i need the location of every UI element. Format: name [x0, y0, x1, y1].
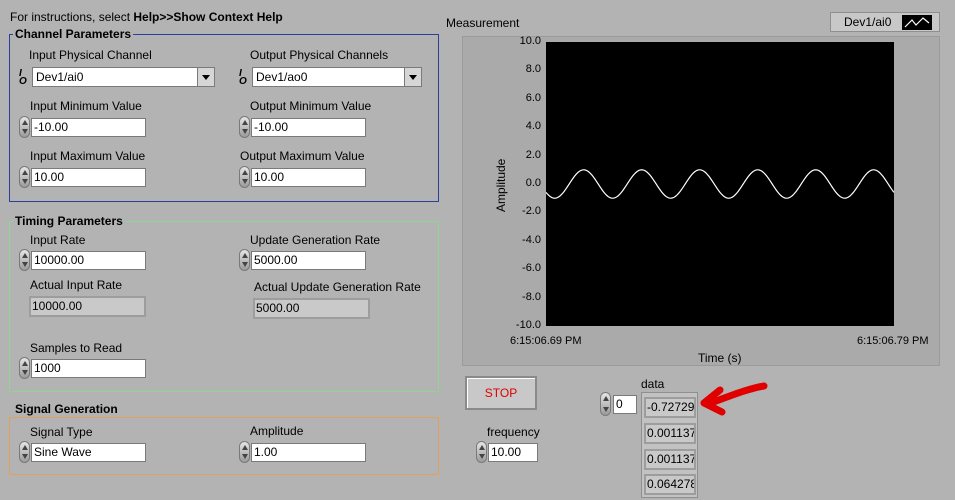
timing-parameters-title: Timing Parameters: [13, 214, 125, 228]
legend-line-swatch-icon: [902, 15, 932, 30]
update-rate-label: Update Generation Rate: [250, 233, 381, 247]
frequency-stepper[interactable]: [476, 441, 487, 463]
actual-input-rate-indicator: 10000.00: [29, 296, 146, 317]
actual-input-rate-label: Actual Input Rate: [30, 278, 123, 292]
array-index-stepper[interactable]: [600, 392, 611, 416]
y-tick-label: -4.0: [522, 233, 541, 246]
output-min-field[interactable]: -10.00: [251, 118, 366, 137]
input-min-stepper[interactable]: [19, 116, 30, 138]
signal-type-field[interactable]: Sine Wave: [31, 443, 146, 462]
annotation-arrow-icon: [700, 382, 768, 416]
y-axis-label: Amplitude: [494, 158, 508, 212]
frequency-label: frequency: [487, 425, 540, 439]
y-tick-label: 10.0: [519, 35, 541, 47]
data-element: 0.064278: [644, 474, 696, 495]
update-rate-field[interactable]: 5000.00: [251, 251, 366, 270]
input-rate-field[interactable]: 10000.00: [31, 251, 146, 270]
hint-menu-path: Help>>Show Context Help: [133, 10, 283, 24]
legend-label: Dev1/ai0: [844, 15, 892, 29]
input-channel-label: Input Physical Channel: [29, 48, 152, 62]
signal-type-stepper[interactable]: [19, 441, 30, 463]
output-max-field[interactable]: 10.00: [251, 168, 366, 187]
chevron-down-icon[interactable]: [404, 68, 421, 86]
samples-to-read-field[interactable]: 1000: [31, 359, 146, 378]
io-channel-icon: IO: [19, 68, 27, 87]
data-element: 0.001137: [644, 449, 696, 470]
output-min-stepper[interactable]: [239, 116, 250, 138]
actual-update-rate-indicator: 5000.00: [253, 298, 370, 319]
input-channel-select[interactable]: IO Dev1/ai0: [19, 67, 215, 87]
io-channel-icon: IO: [239, 68, 247, 87]
output-min-label: Output Minimum Value: [250, 99, 372, 113]
x-tick-start: 6:15:06.69 PM: [510, 335, 582, 347]
amplitude-stepper[interactable]: [239, 441, 250, 463]
stop-button[interactable]: STOP: [465, 376, 537, 410]
input-min-label: Input Minimum Value: [30, 99, 142, 113]
x-tick-end: 6:15:06.79 PM: [857, 335, 929, 347]
output-max-label: Output Maximum Value: [240, 149, 365, 163]
samples-to-read-label: Samples to Read: [30, 341, 123, 355]
y-tick-label: 8.0: [525, 63, 541, 76]
hint-text: For instructions, select: [10, 10, 134, 24]
input-max-field[interactable]: 10.00: [31, 168, 146, 187]
output-channel-select[interactable]: IO Dev1/ao0: [239, 67, 422, 87]
plot-legend[interactable]: Dev1/ai0: [830, 12, 940, 32]
y-tick-label: 4.0: [525, 120, 541, 133]
y-tick-label: 6.0: [525, 91, 541, 104]
input-rate-stepper[interactable]: [19, 249, 30, 271]
input-rate-label: Input Rate: [30, 233, 86, 247]
amplitude-label: Amplitude: [250, 424, 304, 438]
output-channel-value: Dev1/ao0: [256, 70, 308, 84]
y-tick-label: -10.0: [515, 319, 541, 331]
y-tick-label: 2.0: [525, 148, 541, 161]
series-line-dev1-ai0: [545, 169, 895, 199]
input-max-stepper[interactable]: [19, 166, 30, 188]
data-element: 0.001137: [644, 423, 696, 444]
output-max-stepper[interactable]: [239, 166, 250, 188]
signal-generation-title: Signal Generation: [13, 402, 120, 416]
actual-update-rate-label: Actual Update Generation Rate: [254, 280, 421, 294]
y-tick-label: -6.0: [522, 262, 541, 275]
samples-to-read-stepper[interactable]: [19, 357, 30, 379]
y-tick-label: -2.0: [522, 205, 541, 218]
array-index-field[interactable]: 0: [613, 395, 637, 414]
plot-svg: [545, 169, 895, 199]
y-tick-label: 0.0: [525, 177, 541, 189]
frequency-field[interactable]: 10.00: [488, 443, 538, 462]
signal-type-label: Signal Type: [30, 425, 93, 439]
data-element: -0.72729: [644, 397, 696, 418]
x-axis-label: Time (s): [698, 351, 742, 365]
graph-title: Measurement: [446, 16, 520, 30]
amplitude-field[interactable]: 1.00: [251, 443, 366, 462]
chevron-down-icon[interactable]: [197, 68, 214, 86]
update-rate-stepper[interactable]: [239, 249, 250, 271]
channel-parameters-title: Channel Parameters: [13, 27, 134, 41]
input-max-label: Input Maximum Value: [30, 149, 146, 163]
y-tick-label: -8.0: [522, 290, 541, 303]
data-array-label: data: [641, 377, 665, 391]
input-channel-value: Dev1/ai0: [36, 70, 84, 84]
context-help-hint: For instructions, select Help>>Show Cont…: [10, 10, 283, 24]
input-min-field[interactable]: -10.00: [31, 118, 146, 137]
plot-area[interactable]: [545, 42, 895, 326]
output-channel-label: Output Physical Channels: [250, 48, 389, 62]
